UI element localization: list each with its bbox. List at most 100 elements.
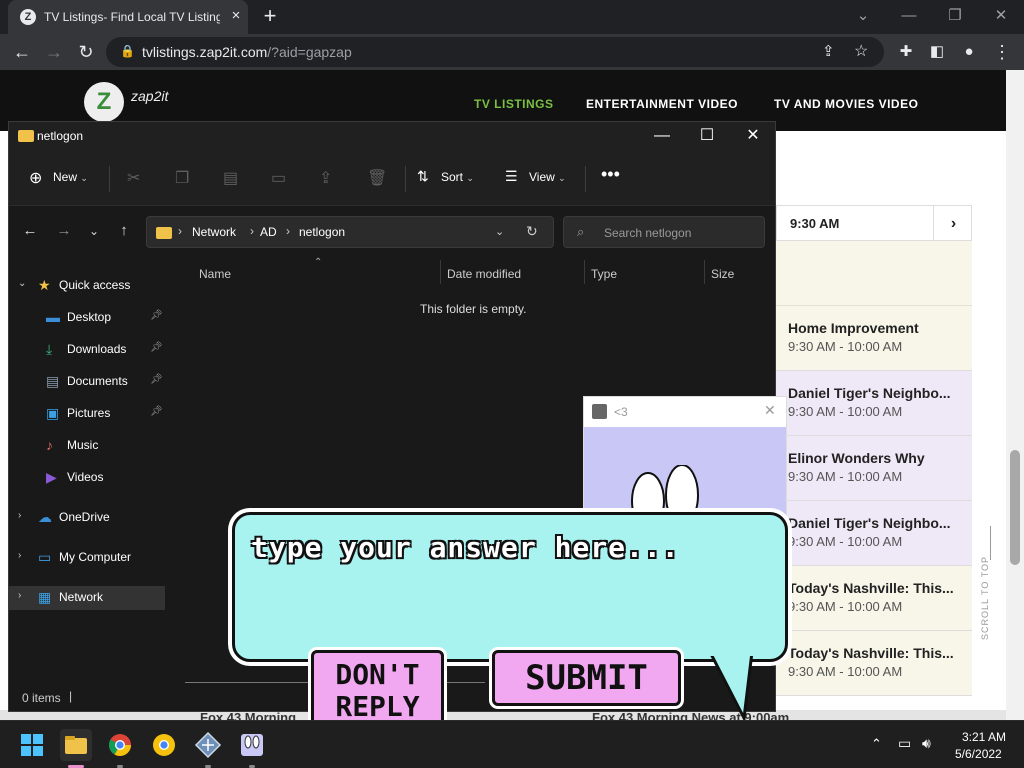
profile-avatar-icon[interactable]: ● xyxy=(955,38,983,66)
start-windows-icon[interactable] xyxy=(16,729,48,761)
breadcrumb-netlogon[interactable]: netlogon xyxy=(299,225,345,239)
reload-icon[interactable]: ↻ xyxy=(72,38,100,66)
answer-input-placeholder[interactable]: type your answer here... xyxy=(251,531,680,564)
listing-program[interactable]: Elinor Wonders Why 9:30 AM - 10:00 AM xyxy=(776,436,972,501)
nav-entertainment-video[interactable]: ENTERTAINMENT VIDEO xyxy=(586,97,738,111)
nav-item-quick-access[interactable]: ⌄ ★ Quick access xyxy=(9,274,165,298)
show-hidden-icons-chevron-icon[interactable]: ⌃ xyxy=(871,736,882,752)
explorer-forward-icon[interactable]: → xyxy=(53,220,75,242)
lock-icon[interactable]: 🔒 xyxy=(120,44,135,58)
clock-date[interactable]: 5/6/2022 xyxy=(955,747,1002,761)
browser-close-button[interactable]: ✕ xyxy=(978,2,1024,30)
explorer-minimize-button[interactable]: — xyxy=(639,122,685,150)
extensions-puzzle-icon[interactable]: ✚ xyxy=(892,38,920,66)
browser-tab-tv-listings[interactable]: Z TV Listings- Find Local TV Listings × xyxy=(8,0,248,34)
expand-chevron-icon[interactable]: › xyxy=(18,510,21,521)
explorer-maximize-button[interactable]: ☐ xyxy=(684,122,730,150)
pet-app-taskbar-icon[interactable] xyxy=(236,729,268,761)
explorer-search-input[interactable]: ⌕ Search netlogon xyxy=(563,216,765,248)
pin-icon[interactable]: 📌︎ xyxy=(150,406,163,417)
browser-minimize-button[interactable]: — xyxy=(886,2,932,30)
listing-program[interactable]: Today's Nashville: This... 9:30 AM - 10:0… xyxy=(776,631,972,696)
recent-locations-chevron-icon[interactable]: ⌄ xyxy=(83,220,105,242)
column-divider[interactable] xyxy=(704,260,705,284)
paste-icon[interactable]: ▤ xyxy=(223,168,238,188)
scroll-to-top-button[interactable]: SCROLL TO TOP xyxy=(972,520,1006,670)
page-scrollbar-thumb[interactable] xyxy=(1010,450,1020,565)
popup-titlebar[interactable]: <3 ✕ xyxy=(584,397,786,427)
nav-item-onedrive[interactable]: › ☁ OneDrive xyxy=(9,506,165,530)
volume-speaker-icon[interactable]: 🔊︎ xyxy=(922,735,931,752)
expand-chevron-icon[interactable]: › xyxy=(18,550,21,561)
refresh-icon[interactable]: ↻ xyxy=(526,223,538,240)
nav-item-videos[interactable]: ▶ Videos xyxy=(9,466,165,490)
column-divider[interactable] xyxy=(584,260,585,284)
column-header-type[interactable]: Type xyxy=(591,267,617,281)
nav-item-documents[interactable]: ▤ Documents 📌︎ xyxy=(9,370,165,394)
nav-tv-and-movies-video[interactable]: TV AND MOVIES VIDEO xyxy=(774,97,918,111)
listing-program[interactable]: Daniel Tiger's Neighbo... 9:30 AM - 10:00… xyxy=(776,501,972,566)
nav-item-downloads[interactable]: ⤓ Downloads 📌︎ xyxy=(9,338,165,362)
nav-item-pictures[interactable]: ▣ Pictures 📌︎ xyxy=(9,402,165,426)
file-explorer-taskbar-icon[interactable] xyxy=(60,729,92,761)
sort-icon[interactable]: ⇅ xyxy=(417,168,429,185)
tab-close-icon[interactable]: × xyxy=(228,8,244,24)
explorer-close-button[interactable]: ✕ xyxy=(730,122,776,150)
column-divider[interactable] xyxy=(440,260,441,284)
explorer-back-icon[interactable]: ← xyxy=(19,220,41,242)
forward-arrow-icon[interactable]: → xyxy=(40,38,68,66)
nav-item-network[interactable]: › ▦ Network xyxy=(9,586,165,610)
side-panel-icon[interactable]: ◧ xyxy=(923,38,951,66)
page-scrollbar[interactable] xyxy=(1006,70,1024,720)
nav-item-desktop[interactable]: ▬ Desktop 📌︎ xyxy=(9,306,165,330)
pin-icon[interactable]: 📌︎ xyxy=(150,374,163,385)
new-plus-icon[interactable]: ⊕ xyxy=(29,168,42,188)
explorer-address-bar[interactable]: › Network › AD › netlogon ⌄ ↻ xyxy=(146,216,554,248)
nav-item-my-computer[interactable]: › ▭ My Computer xyxy=(9,546,165,570)
view-button[interactable]: View ⌄ xyxy=(529,170,566,184)
nav-item-music[interactable]: ♪ Music xyxy=(9,434,165,458)
column-header-name[interactable]: Name xyxy=(199,267,231,281)
network-display-icon[interactable]: ▭ xyxy=(898,735,911,752)
listing-program[interactable]: Today's Nashville: This... 9:30 AM - 10:0… xyxy=(776,566,972,631)
bookmark-star-icon[interactable]: ☆ xyxy=(854,41,868,61)
listing-program[interactable]: Home Improvement 9:30 AM - 10:00 AM xyxy=(776,306,972,371)
back-arrow-icon[interactable]: ← xyxy=(8,38,36,66)
breadcrumb-chevron-icon[interactable]: › xyxy=(286,224,290,238)
address-bar[interactable]: 🔒 tvlistings.zap2it.com/?aid=gapzap ⇪ ☆ xyxy=(106,37,884,67)
more-options-icon[interactable]: ••• xyxy=(601,164,620,185)
sort-button[interactable]: Sort ⌄ xyxy=(441,170,474,184)
new-button[interactable]: New ⌄ xyxy=(53,170,88,184)
pin-icon[interactable]: 📌︎ xyxy=(150,342,163,353)
pin-icon[interactable]: 📌︎ xyxy=(150,310,163,321)
zap2it-logo[interactable]: Z xyxy=(84,82,124,122)
answer-speech-bubble[interactable]: type your answer here... xyxy=(232,512,788,662)
up-arrow-icon[interactable]: ↑ xyxy=(113,220,135,242)
address-history-chevron-icon[interactable]: ⌄ xyxy=(495,225,504,238)
delete-trash-icon[interactable]: 🗑 xyxy=(367,168,387,188)
next-time-chevron-icon[interactable]: › xyxy=(933,206,973,241)
listing-program[interactable]: Daniel Tiger's Neighbo... 9:30 AM - 10:00… xyxy=(776,371,972,436)
expand-chevron-icon[interactable]: ⌄ xyxy=(18,278,26,289)
breadcrumb-chevron-icon[interactable]: › xyxy=(250,224,254,238)
zap2it-logo-text[interactable]: zap2it xyxy=(131,88,168,104)
column-header-date-modified[interactable]: Date modified xyxy=(447,267,521,281)
rename-icon[interactable]: ▭ xyxy=(271,168,286,188)
popup-close-icon[interactable]: ✕ xyxy=(764,402,776,419)
browser-restore-button[interactable]: ❐ xyxy=(932,2,978,30)
chrome-canary-taskbar-icon[interactable] xyxy=(148,729,180,761)
explorer-titlebar[interactable]: netlogon — ☐ ✕ xyxy=(9,122,775,152)
column-header-size[interactable]: Size xyxy=(711,267,734,281)
remote-desktop-taskbar-icon[interactable] xyxy=(192,729,224,761)
submit-button[interactable]: SUBMIT xyxy=(492,650,681,706)
expand-chevron-icon[interactable]: › xyxy=(18,590,21,601)
copy-icon[interactable]: ❐ xyxy=(175,168,189,188)
new-tab-button[interactable]: + xyxy=(258,4,282,28)
view-icon[interactable]: ☰ xyxy=(505,168,518,185)
breadcrumb-chevron-icon[interactable]: › xyxy=(178,224,182,238)
nav-tv-listings[interactable]: TV LISTINGS xyxy=(474,97,554,111)
breadcrumb-ad[interactable]: AD xyxy=(260,225,277,239)
tab-search-chevron-icon[interactable]: ⌄ xyxy=(840,2,886,30)
dont-reply-button[interactable]: DON'T REPLY xyxy=(311,650,444,728)
cut-icon[interactable]: ✂ xyxy=(127,168,140,188)
